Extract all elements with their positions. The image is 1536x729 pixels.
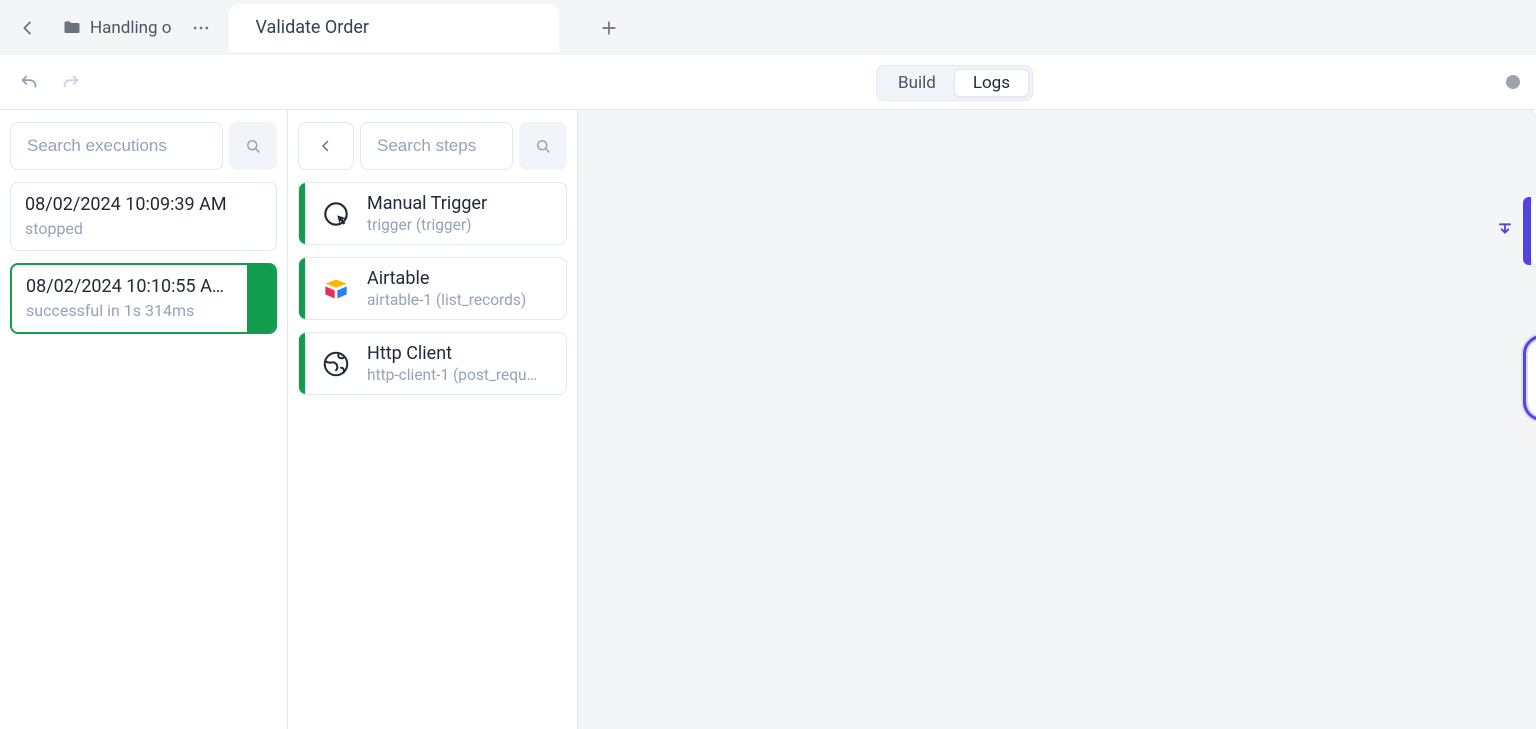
steps-panel: Manual Trigger trigger (trigger) Airtabl… <box>288 110 578 729</box>
arrow-left-icon <box>17 17 39 39</box>
step-sub: airtable-1 (list_records) <box>367 291 526 309</box>
plus-icon <box>599 18 619 38</box>
steps-search[interactable] <box>360 122 513 170</box>
undo-button[interactable] <box>14 67 44 97</box>
cursor-icon <box>317 195 355 233</box>
node-status-bar <box>1523 197 1531 265</box>
chevron-left-icon <box>317 137 335 155</box>
status-indicator[interactable] <box>1506 75 1520 89</box>
back-button[interactable] <box>10 10 46 46</box>
step-card[interactable]: Http Client http-client-1 (post_reque... <box>298 332 567 395</box>
execution-timestamp: 08/02/2024 10:09:39 AM <box>25 194 262 215</box>
toolbar: Build Logs <box>0 55 1536 110</box>
workflow-canvas[interactable]: + Airtable airtable-1 <box>578 110 1536 729</box>
executions-search-input[interactable] <box>27 136 206 156</box>
execution-card[interactable]: 08/02/2024 10:09:39 AM stopped <box>10 182 277 251</box>
more-icon <box>191 18 211 38</box>
airtable-icon <box>317 270 355 308</box>
canvas-node-airtable[interactable]: Airtable airtable-1 <box>1436 193 1536 269</box>
step-title: Http Client <box>367 343 537 364</box>
redo-button[interactable] <box>56 67 86 97</box>
canvas-node-http-client[interactable]: Http Client http-client-1 <box>1436 340 1536 416</box>
redo-icon <box>60 71 82 93</box>
step-title: Airtable <box>367 268 526 289</box>
breadcrumb[interactable]: Handling o <box>52 18 181 38</box>
insert-marker-icon[interactable] <box>1495 221 1515 241</box>
step-sub: http-client-1 (post_reque... <box>367 366 537 384</box>
step-title: Manual Trigger <box>367 193 487 214</box>
steps-back-button[interactable] <box>298 122 354 170</box>
search-icon <box>244 137 262 155</box>
search-icon <box>534 137 552 155</box>
undo-icon <box>18 71 40 93</box>
top-tab-bar: Handling o Validate Order <box>0 0 1536 55</box>
step-card[interactable]: Manual Trigger trigger (trigger) <box>298 182 567 245</box>
tab-label: Validate Order <box>255 17 369 38</box>
mode-build-tab[interactable]: Build <box>880 69 954 97</box>
breadcrumb-more-button[interactable] <box>187 18 215 38</box>
steps-search-input[interactable] <box>377 136 496 156</box>
step-card[interactable]: Airtable airtable-1 (list_records) <box>298 257 567 320</box>
main-body: 08/02/2024 10:09:39 AM stopped 08/02/202… <box>0 110 1536 729</box>
folder-icon <box>62 18 82 38</box>
add-tab-button[interactable] <box>589 8 629 48</box>
breadcrumb-label: Handling o <box>90 18 171 38</box>
execution-status: stopped <box>25 219 262 238</box>
execution-status: successful in 1s 314ms <box>26 301 261 320</box>
executions-panel: 08/02/2024 10:09:39 AM stopped 08/02/202… <box>0 110 288 729</box>
globe-icon <box>317 345 355 383</box>
executions-search[interactable] <box>10 122 223 170</box>
step-sub: trigger (trigger) <box>367 216 487 234</box>
execution-timestamp: 08/02/2024 10:10:55 A... <box>26 276 226 297</box>
tab-active[interactable]: Validate Order <box>229 4 559 52</box>
node-partial-top <box>1532 110 1536 118</box>
steps-search-button[interactable] <box>519 122 567 170</box>
mode-logs-tab[interactable]: Logs <box>954 69 1029 97</box>
mode-toggle: Build Logs <box>876 65 1033 101</box>
execution-card[interactable]: 08/02/2024 10:10:55 A... successful in 1… <box>10 263 277 334</box>
executions-search-button[interactable] <box>229 122 277 170</box>
